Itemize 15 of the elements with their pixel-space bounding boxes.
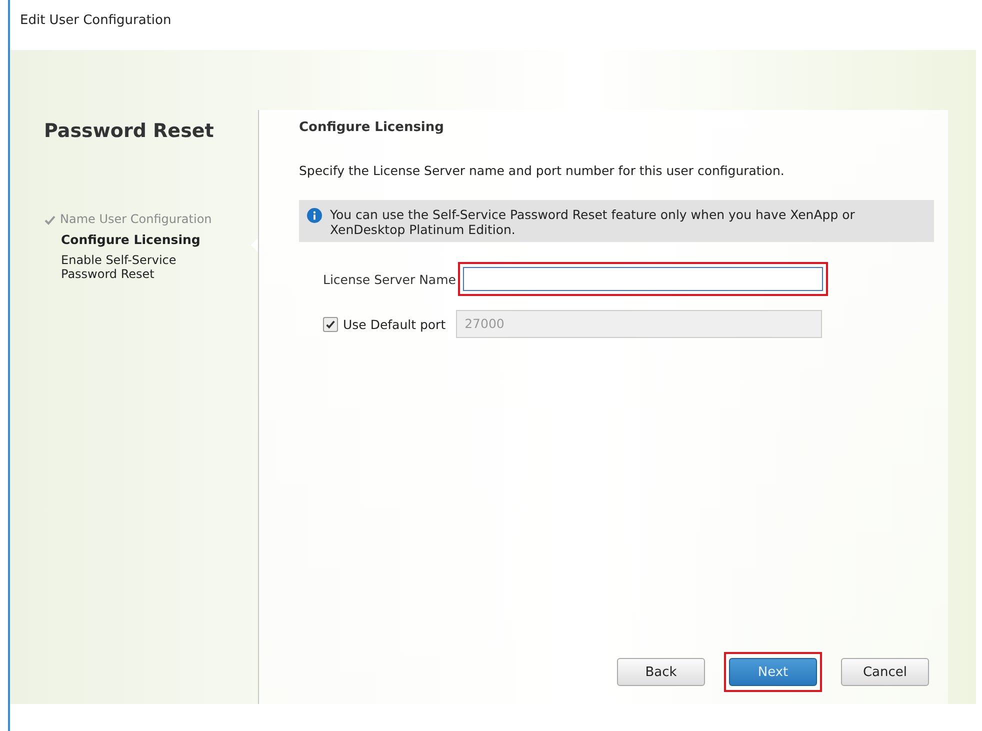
info-icon <box>307 208 322 223</box>
wizard-button[interactable]: Back <box>617 658 705 686</box>
check-icon <box>44 214 56 226</box>
page-description: Specify the License Server name and port number for this user configuration. <box>299 163 786 178</box>
field-label: License Server Name <box>323 272 456 286</box>
wizard-step[interactable]: Enable Self-Service Password Reset <box>44 253 211 281</box>
wizard-step[interactable]: Configure Licensing <box>44 232 211 247</box>
page-heading: Configure Licensing <box>299 120 445 135</box>
wizard-button[interactable]: Cancel <box>841 658 929 686</box>
wizard-title: Password Reset <box>44 120 215 142</box>
window-title: Edit User Configuration <box>20 12 172 28</box>
step-pointer <box>251 238 258 252</box>
info-text: You can use the Self-Service Password Reset feature only when you have XenApp or XenDesktop Platinum Edition. <box>330 207 856 237</box>
checkbox-label: Use Default port <box>343 316 446 332</box>
input-field[interactable] <box>462 267 823 291</box>
